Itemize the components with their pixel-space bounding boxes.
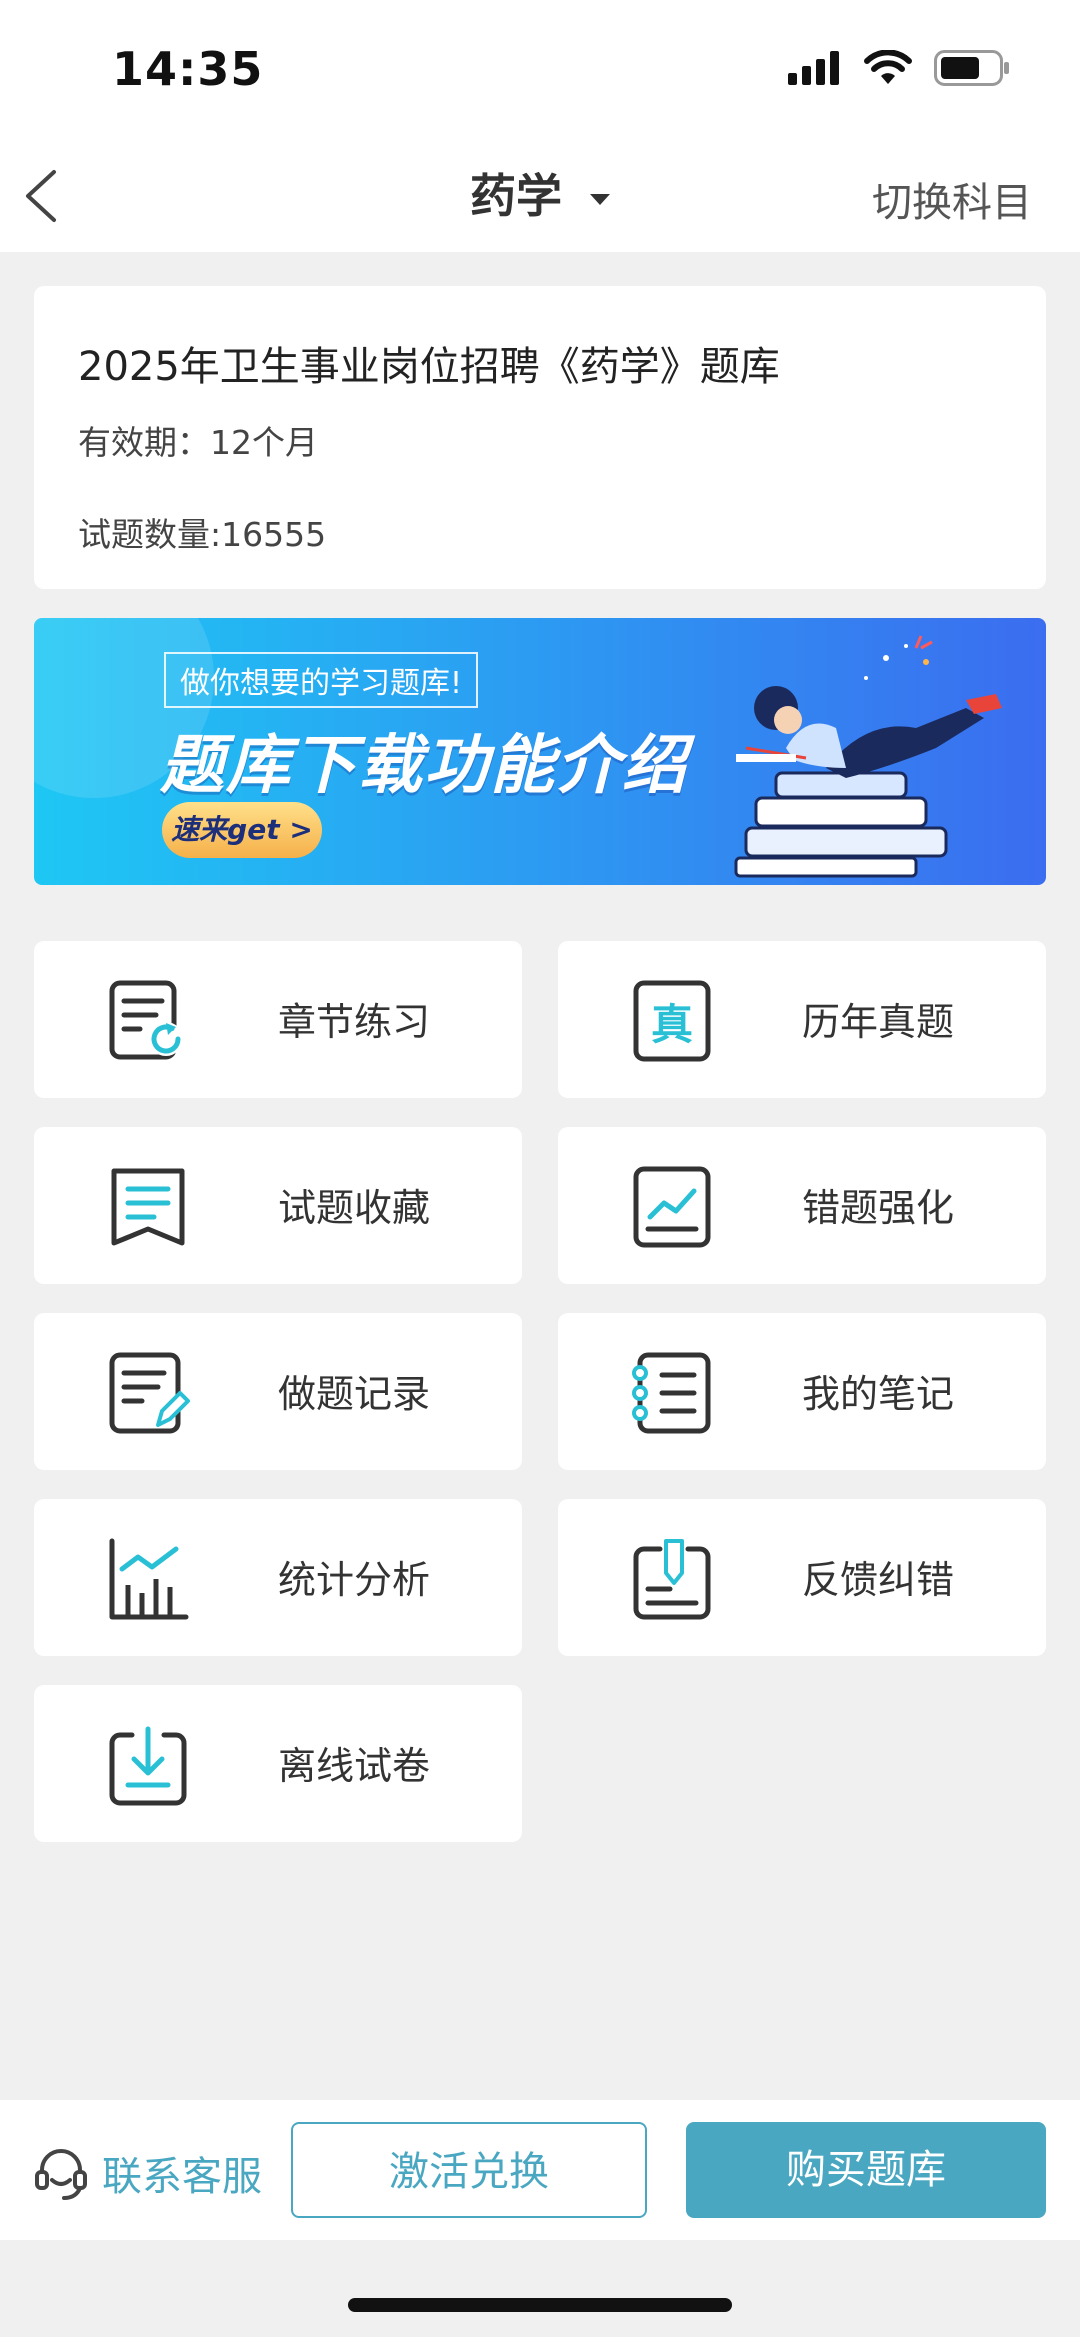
tile-offline-papers[interactable]: 离线试卷: [34, 1685, 522, 1842]
page-title: 药学: [470, 169, 562, 223]
validity-period: 有效期：12个月: [78, 423, 318, 462]
contact-service-button[interactable]: 联系客服: [32, 2144, 262, 2202]
question-count: 试题数量:16555: [78, 515, 327, 554]
caret-down-icon: [590, 194, 610, 205]
tile-label: 做题记录: [278, 1372, 431, 1416]
tile-label: 历年真题: [802, 1000, 955, 1044]
status-icons: [788, 50, 1010, 86]
contact-service-label: 联系客服: [102, 2154, 262, 2200]
buy-question-bank-button[interactable]: 购买题库: [686, 2122, 1046, 2218]
status-time: 14:35: [112, 42, 264, 96]
reading-girl-illustration: [734, 635, 1002, 878]
tile-wrong-questions[interactable]: 错题强化: [558, 1127, 1046, 1284]
download-feature-banner[interactable]: 做你想要的学习题库! 题库下载功能介绍 速来get >: [34, 618, 1046, 885]
tile-label: 章节练习: [278, 1000, 431, 1044]
question-bank-info-card: 2025年卫生事业岗位招聘《药学》题库 有效期：12个月 试题数量:16555: [34, 286, 1046, 589]
svg-text:真: 真: [651, 1000, 693, 1049]
headset-icon: [35, 2149, 87, 2200]
past-exam-icon: 真: [633, 980, 711, 1062]
tile-label: 反馈纠错: [802, 1558, 955, 1602]
tile-feedback[interactable]: 反馈纠错: [558, 1499, 1046, 1656]
home-indicator[interactable]: [348, 2298, 732, 2312]
battery-icon: [934, 50, 1009, 86]
feedback-icon: [633, 1539, 711, 1620]
switch-subject-button[interactable]: 切换科目: [872, 170, 1032, 228]
banner-cta-button[interactable]: 速来get >: [162, 802, 322, 858]
status-bar: 14:35: [0, 0, 1080, 140]
nav-bar: 药学 切换科目: [0, 140, 1080, 252]
wrong-question-icon: [633, 1166, 711, 1248]
signal-icon: [788, 51, 839, 85]
bottom-action-bar: 联系客服 激活兑换 购买题库: [0, 2100, 1080, 2240]
chapter-practice-icon: [109, 980, 183, 1060]
tile-practice-records[interactable]: 做题记录: [34, 1313, 522, 1470]
statistics-icon: [109, 1538, 189, 1620]
tile-label: 离线试卷: [278, 1744, 431, 1788]
tile-past-exams[interactable]: 真 历年真题: [558, 941, 1046, 1098]
question-bank-title: 2025年卫生事业岗位招聘《药学》题库: [78, 344, 780, 390]
tile-chapter-practice[interactable]: 章节练习: [34, 941, 522, 1098]
tile-label: 试题收藏: [278, 1186, 431, 1230]
banner-tag: 做你想要的学习题库!: [164, 652, 479, 708]
tile-my-notes[interactable]: 我的笔记: [558, 1313, 1046, 1470]
tile-statistics[interactable]: 统计分析: [34, 1499, 522, 1656]
tile-label: 错题强化: [802, 1186, 955, 1230]
tile-label: 我的笔记: [802, 1372, 955, 1416]
tile-label: 统计分析: [278, 1558, 431, 1602]
practice-record-icon: [109, 1352, 190, 1434]
offline-download-icon: [109, 1726, 187, 1806]
notebook-icon: [632, 1352, 711, 1434]
bookmark-icon: [111, 1168, 185, 1246]
banner-title: 题库下载功能介绍: [160, 729, 688, 803]
wifi-icon: [864, 50, 912, 84]
activate-redeem-button[interactable]: 激活兑换: [291, 2122, 647, 2218]
tile-question-bookmarks[interactable]: 试题收藏: [34, 1127, 522, 1284]
